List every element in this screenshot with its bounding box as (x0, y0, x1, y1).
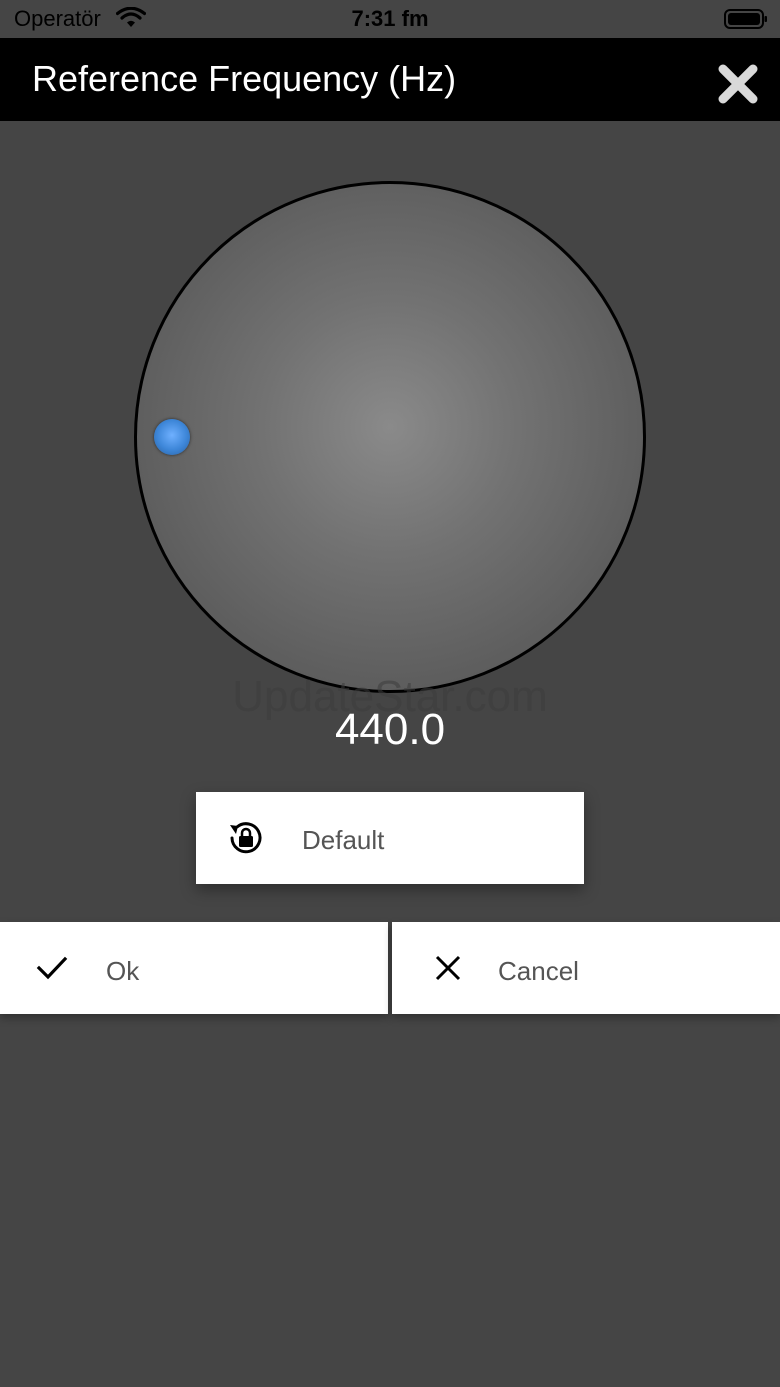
frequency-value: 440.0 (334, 705, 446, 754)
frequency-knob[interactable] (134, 181, 646, 693)
knob-indicator-dot[interactable] (154, 419, 190, 455)
x-icon (435, 955, 461, 981)
cancel-button[interactable]: Cancel (392, 922, 780, 1014)
default-button-label: Default (302, 825, 385, 855)
lock-rotate-icon (230, 822, 262, 854)
header-bar: Reference Frequency (Hz) (0, 38, 780, 121)
status-bar: Operatör 7:31 fm (0, 0, 780, 38)
clock: 7:31 fm (351, 6, 429, 31)
cancel-button-label: Cancel (498, 956, 579, 986)
close-icon[interactable] (716, 62, 760, 106)
default-button[interactable]: Default (196, 792, 584, 884)
battery-icon (724, 9, 767, 29)
check-icon (36, 956, 68, 980)
screen: Operatör 7:31 fm Reference Frequency (Hz… (0, 0, 780, 1387)
ok-button-label: Ok (106, 956, 140, 986)
ok-button[interactable]: Ok (0, 922, 388, 1014)
page-title: Reference Frequency (Hz) (32, 58, 457, 99)
